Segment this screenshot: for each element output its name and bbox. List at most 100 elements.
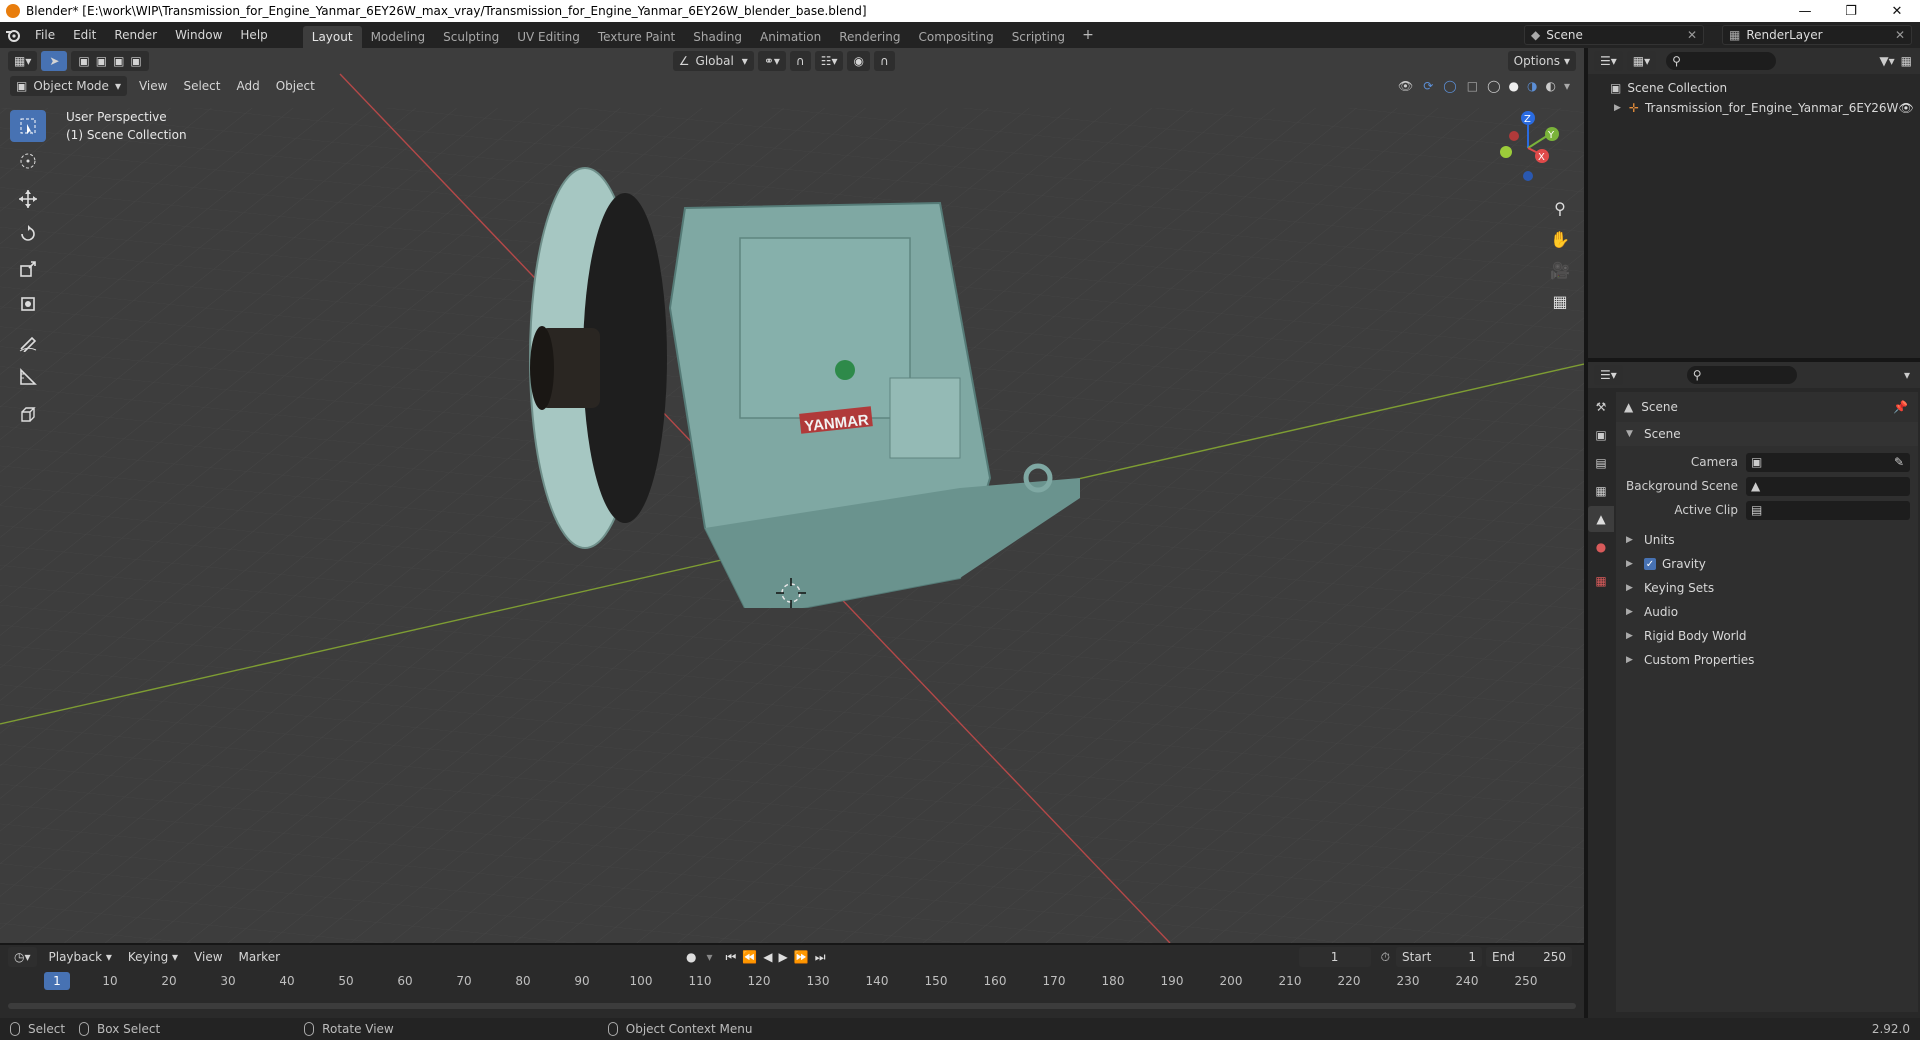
visibility-eye-icon[interactable]: 👁 [1398, 79, 1413, 93]
tool-scale[interactable] [10, 253, 46, 285]
close-button[interactable]: ✕ [1874, 0, 1920, 22]
current-frame-field[interactable]: 1 [1298, 947, 1371, 967]
tab-world[interactable]: ● [1588, 534, 1614, 560]
tab-uv-editing[interactable]: UV Editing [508, 26, 589, 48]
outliner-editor-type[interactable]: ☰▾ [1594, 51, 1623, 71]
timeline-menu-view[interactable]: View [186, 947, 230, 967]
snap-target-dropdown[interactable]: ☷▾ [814, 50, 844, 71]
menu-edit[interactable]: Edit [64, 22, 105, 48]
tab-scene[interactable]: ▲ [1588, 506, 1614, 532]
view-layer-selector[interactable]: ▦ RenderLayer ✕ [1722, 25, 1912, 45]
timeline-ruler[interactable]: 1 10 20 30 40 50 60 70 80 90 100 110 120… [0, 971, 1584, 993]
jump-end-icon[interactable]: ⏭ [815, 950, 826, 965]
transform-orientation-dropdown[interactable]: ∠ Global ▾ [672, 50, 754, 71]
blender-menu-icon[interactable] [0, 22, 26, 48]
view-layer-close-icon[interactable]: ✕ [1895, 28, 1905, 42]
editor-type-button[interactable]: ▦▾ [8, 50, 38, 71]
add-workspace-button[interactable]: + [1074, 27, 1102, 43]
panel-scene-header[interactable]: ▼ Scene [1616, 422, 1918, 446]
menu-help[interactable]: Help [231, 22, 276, 48]
panel-gravity[interactable]: ▶ ✓ Gravity [1616, 552, 1918, 576]
jump-start-icon[interactable]: ⏮ [726, 950, 737, 965]
tab-animation[interactable]: Animation [751, 26, 830, 48]
camera-field[interactable]: ▣ ✎ [1746, 452, 1910, 472]
tab-view-layer[interactable]: ▦ [1588, 478, 1614, 504]
restore-button[interactable]: ❐ [1828, 0, 1874, 22]
navigation-gizmo[interactable]: Z Y X [1488, 108, 1568, 188]
filter-icon[interactable]: ▼▾ [1879, 54, 1894, 68]
options-dropdown[interactable]: Options ▾ [1507, 50, 1576, 71]
shading-solid-icon[interactable]: ● [1509, 79, 1519, 93]
play-reverse-icon[interactable]: ◀ [763, 950, 772, 964]
outliner-row-scene-collection[interactable]: ▣ Scene Collection [1588, 78, 1920, 98]
zoom-button[interactable]: ⚲ [1546, 194, 1574, 222]
expand-arrow-icon[interactable]: ▶ [1614, 103, 1621, 113]
outliner-editor[interactable]: ☰▾ ▦▾ ⚲ ▼▾ ▦ ▣ Scene Collection ▶ ✛ Tran… [1588, 48, 1920, 358]
tab-output[interactable]: ▤ [1588, 450, 1614, 476]
shading-wireframe-icon[interactable]: ◯ [1487, 79, 1500, 93]
timeline-menu-keying[interactable]: Keying ▾ [120, 947, 186, 967]
tab-layout[interactable]: Layout [302, 26, 362, 48]
eye-visibility-icon[interactable]: 👁 [1898, 101, 1913, 115]
shading-rendered-icon[interactable]: ◐ [1545, 79, 1555, 93]
background-scene-field[interactable]: ▲ [1746, 476, 1910, 496]
select-subtract-icon[interactable]: ▣ [113, 54, 124, 68]
tab-compositing[interactable]: Compositing [909, 26, 1002, 48]
stopwatch-icon[interactable]: ⏱ [1381, 950, 1390, 965]
xray-toggle-icon[interactable]: □ [1467, 79, 1478, 93]
tab-rendering[interactable]: Rendering [830, 26, 909, 48]
shading-material-icon[interactable]: ◑ [1527, 79, 1537, 93]
tool-cursor[interactable] [10, 145, 46, 177]
gizmo-toggle-icon[interactable]: ⟳ [1423, 79, 1433, 93]
mode-dropdown[interactable]: ▣ Object Mode ▾ [10, 75, 127, 96]
eyedropper-icon[interactable]: ✎ [1894, 455, 1904, 469]
menu-window[interactable]: Window [166, 22, 231, 48]
outliner-row-object[interactable]: ▶ ✛ Transmission_for_Engine_Yanmar_6EY26… [1588, 98, 1920, 118]
select-mode-button[interactable]: ➤ [41, 50, 68, 71]
panel-keying-sets[interactable]: ▶ Keying Sets [1616, 576, 1918, 600]
tool-add-cube[interactable] [10, 399, 46, 431]
chevron-down-icon[interactable]: ▾ [707, 950, 713, 964]
properties-editor[interactable]: ☰▾ ⚲ ▾ ⚒ ▣ ▤ ▦ ▲ ● ▦ ▲ Scene 📌 ▼ Scene C… [1588, 362, 1920, 1018]
panel-rigid-body-world[interactable]: ▶ Rigid Body World [1616, 624, 1918, 648]
tab-sculpting[interactable]: Sculpting [434, 26, 508, 48]
start-frame-field[interactable]: Start 1 [1396, 947, 1482, 967]
play-icon[interactable]: ▶ [779, 950, 788, 964]
panel-units[interactable]: ▶ Units [1616, 528, 1918, 552]
falloff-dropdown[interactable]: ∩ [873, 50, 895, 71]
ortho-toggle-button[interactable]: ▦ [1546, 287, 1574, 315]
tab-texture-paint[interactable]: Texture Paint [589, 26, 684, 48]
record-icon[interactable]: ● [686, 950, 696, 964]
new-collection-icon[interactable]: ▦ [1901, 54, 1912, 68]
tab-tool[interactable]: ⚒ [1588, 394, 1614, 420]
select-intersect-icon[interactable]: ▣ [130, 54, 141, 68]
timeline-editor[interactable]: ◷▾ Playback ▾ Keying ▾ View Marker ● ▾ ⏮… [0, 943, 1584, 1018]
tool-measure[interactable] [10, 361, 46, 393]
tab-modeling[interactable]: Modeling [362, 26, 435, 48]
panel-audio[interactable]: ▶ Audio [1616, 600, 1918, 624]
chevron-down-icon[interactable]: ▾ [1904, 368, 1910, 382]
properties-editor-type[interactable]: ☰▾ [1594, 365, 1623, 385]
tab-render[interactable]: ▣ [1588, 422, 1614, 448]
pin-icon[interactable]: 📌 [1893, 400, 1908, 414]
tab-texture[interactable]: ▦ [1588, 568, 1614, 594]
outliner-search-input[interactable]: ⚲ [1666, 52, 1777, 70]
prev-keyframe-icon[interactable]: ⏪ [742, 950, 757, 964]
select-extend-icon[interactable]: ▣ [96, 54, 107, 68]
scene-close-icon[interactable]: ✕ [1687, 28, 1697, 42]
menu-file[interactable]: File [26, 22, 64, 48]
timeline-menu-playback[interactable]: Playback ▾ [41, 947, 120, 967]
timeline-scrollbar[interactable] [8, 1003, 1576, 1009]
properties-search-input[interactable]: ⚲ [1686, 366, 1797, 384]
active-clip-field[interactable]: ▤ [1746, 500, 1910, 520]
pan-button[interactable]: ✋ [1546, 225, 1574, 253]
scene-selector[interactable]: ◆ Scene ✕ [1524, 25, 1704, 45]
selection-modes-group[interactable]: ▣ ▣ ▣ ▣ [71, 50, 149, 71]
timeline-editor-type[interactable]: ◷▾ [8, 947, 37, 967]
current-frame-indicator[interactable]: 1 [44, 972, 70, 990]
3d-viewport[interactable]: YANMAR ▦▾ ➤ ▣ ▣ ▣ ▣ ∠ Global ▾ ⚭▾ ∩ ☷▾ ◉… [0, 48, 1584, 943]
gravity-checkbox[interactable]: ✓ [1644, 558, 1656, 570]
minimize-button[interactable]: — [1782, 0, 1828, 22]
tool-transform[interactable] [10, 288, 46, 320]
tool-annotate[interactable] [10, 326, 46, 358]
